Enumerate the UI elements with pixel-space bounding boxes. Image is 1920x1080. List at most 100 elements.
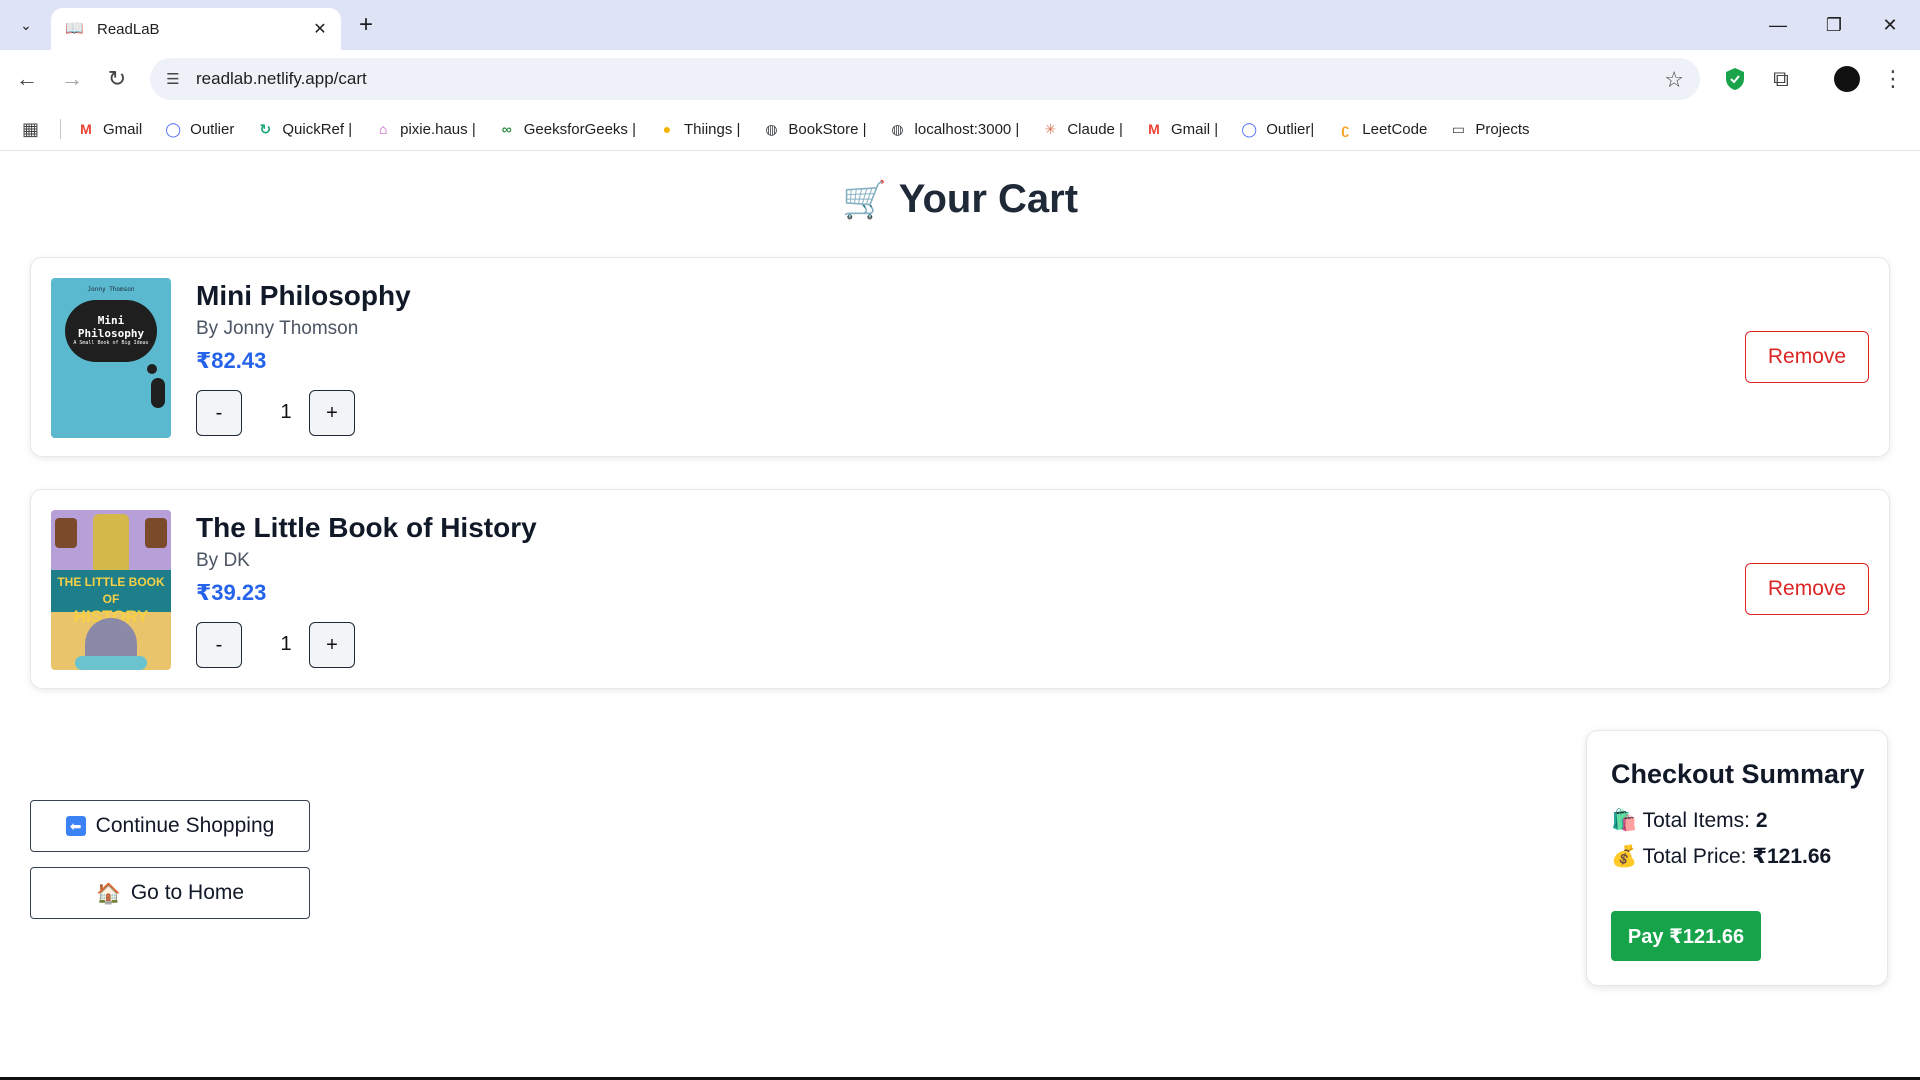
bookmark-label: QuickRef | xyxy=(282,120,353,138)
bookmarks-separator xyxy=(60,119,61,139)
thiings-icon: ● xyxy=(662,121,672,137)
gfg-icon: ∞ xyxy=(501,121,512,137)
summary-title: Checkout Summary xyxy=(1611,759,1865,789)
close-tab-icon[interactable]: ✕ xyxy=(307,16,333,42)
book-favicon-icon: 📖 xyxy=(65,20,84,37)
book-cover-image: THE LITTLE BOOK OF HISTORY xyxy=(51,510,171,670)
claude-icon: ✳ xyxy=(1044,121,1057,137)
gmail-icon: M xyxy=(80,121,92,137)
pixie-icon: ⌂ xyxy=(378,121,388,137)
remove-button[interactable]: Remove xyxy=(1745,331,1869,383)
book-cover-image: Jonny Thomson Mini Philosophy A Small Bo… xyxy=(51,278,171,438)
cart-item: THE LITTLE BOOK OF HISTORY The Little Bo… xyxy=(30,489,1890,689)
total-items-label: Total Items: xyxy=(1642,809,1750,832)
bookmark-label: Outlier| xyxy=(1266,120,1315,138)
browser-toolbar: ← → ↻ ☰ readlab.netlify.app/cart ☆ ⧉ ⋮ xyxy=(0,50,1920,108)
bookmarks-bar: ▦ M Gmail ◯ Outlier ↻ QuickRef | ⌂ pixie.haus |… xyxy=(0,108,1920,151)
outlier-icon: ◯ xyxy=(165,121,181,137)
tab-strip: ⌄ 📖 ReadLaB ✕ + — ❐ ✕ xyxy=(0,0,1920,50)
bookmark-label: Thiings | xyxy=(684,120,741,138)
globe-icon: ◍ xyxy=(765,121,778,137)
cover-title-line2: Philosophy xyxy=(77,327,145,340)
decrease-quantity-button[interactable]: - xyxy=(196,622,242,668)
cover-title-line1: THE LITTLE BOOK OF xyxy=(57,575,165,606)
bookmark-item[interactable]: ▭ Projects xyxy=(1449,120,1530,138)
globe-icon: ◍ xyxy=(891,121,904,137)
site-info-icon[interactable]: ☰ xyxy=(162,70,184,88)
restore-icon[interactable]: ❐ xyxy=(1806,0,1862,50)
address-bar[interactable]: ☰ readlab.netlify.app/cart ☆ xyxy=(150,58,1700,100)
forward-icon[interactable]: → xyxy=(55,62,89,96)
bookmark-item[interactable]: ↻ QuickRef | xyxy=(256,120,352,138)
bookmark-item[interactable]: ◍ localhost:3000 | xyxy=(889,120,1019,138)
remove-button[interactable]: Remove xyxy=(1745,563,1869,615)
item-title[interactable]: Mini Philosophy xyxy=(196,280,411,312)
tab-title: ReadLaB xyxy=(97,20,160,38)
tab-readlab[interactable]: 📖 ReadLaB ✕ xyxy=(51,8,341,50)
bookmark-label: pixie.haus | xyxy=(400,120,476,138)
continue-shopping-button[interactable]: ⬅ Continue Shopping xyxy=(30,800,310,852)
url-text[interactable]: readlab.netlify.app/cart xyxy=(196,69,367,89)
bookmark-item[interactable]: ◯ Outlier xyxy=(164,120,234,138)
minimize-icon[interactable]: — xyxy=(1750,0,1806,50)
apps-grid-icon[interactable]: ▦ xyxy=(22,119,44,140)
quantity-value: 1 xyxy=(280,401,292,423)
pay-button[interactable]: Pay ₹121.66 xyxy=(1611,911,1761,961)
bookmark-label: Outlier xyxy=(190,120,235,138)
bookmark-star-icon[interactable]: ☆ xyxy=(1664,67,1684,93)
cover-subtitle: A Small Book of Big Ideas xyxy=(73,340,149,346)
bookmark-label: BookStore | xyxy=(788,120,867,138)
house-icon: 🏠 xyxy=(95,882,121,905)
shopping-bags-icon: 🛍️ xyxy=(1611,809,1638,832)
total-price-label: Total Price: xyxy=(1642,845,1747,868)
leetcode-icon: ʗ xyxy=(1341,121,1350,137)
checkout-summary: Checkout Summary 🛍️ Total Items: 2 💰 Tot… xyxy=(1586,730,1888,986)
total-items-value: 2 xyxy=(1755,809,1768,832)
profile-avatar[interactable] xyxy=(1830,62,1864,96)
quickref-icon: ↻ xyxy=(259,121,272,137)
go-home-label: Go to Home xyxy=(130,881,245,904)
page-title-text: Your Cart xyxy=(898,177,1079,221)
continue-shopping-label: Continue Shopping xyxy=(95,814,275,837)
extensions-puzzle-icon[interactable]: ⧉ xyxy=(1764,62,1798,96)
quantity-value: 1 xyxy=(280,633,292,655)
bookmark-label: Gmail | xyxy=(1170,120,1219,138)
bookmark-item[interactable]: ● Thiings | xyxy=(658,120,741,138)
bookmark-item[interactable]: ∞ GeeksforGeeks | xyxy=(498,120,636,138)
item-price: ₹39.23 xyxy=(196,580,267,605)
item-author: By DK xyxy=(196,550,250,571)
total-price-row: 💰 Total Price: ₹121.66 xyxy=(1611,844,1831,869)
total-items-row: 🛍️ Total Items: 2 xyxy=(1611,809,1768,833)
tab-search-icon[interactable]: ⌄ xyxy=(10,9,42,41)
decrease-quantity-button[interactable]: - xyxy=(196,390,242,436)
increase-quantity-button[interactable]: + xyxy=(309,622,355,668)
gmail-icon: M xyxy=(1148,121,1160,137)
outlier-icon: ◯ xyxy=(1241,121,1258,137)
bookmark-item[interactable]: M Gmail xyxy=(77,120,142,138)
go-home-button[interactable]: 🏠 Go to Home xyxy=(30,867,310,919)
item-title[interactable]: The Little Book of History xyxy=(196,512,537,544)
back-icon[interactable]: ← xyxy=(10,62,44,96)
shopping-cart-icon: 🛒 xyxy=(841,179,887,220)
shield-extension-icon[interactable] xyxy=(1718,62,1752,96)
reload-icon[interactable]: ↻ xyxy=(100,62,134,96)
close-window-icon[interactable]: ✕ xyxy=(1862,0,1918,50)
folder-icon: ▭ xyxy=(1451,121,1465,137)
menu-kebab-icon[interactable]: ⋮ xyxy=(1876,62,1910,96)
cart-item: Jonny Thomson Mini Philosophy A Small Bo… xyxy=(30,257,1890,457)
back-arrow-icon: ⬅ xyxy=(65,816,86,836)
increase-quantity-button[interactable]: + xyxy=(309,390,355,436)
cart-page: 🛒 Your Cart Jonny Thomson Mini Philosophy… xyxy=(0,151,1920,1080)
bookmark-item[interactable]: M Gmail | xyxy=(1145,120,1218,138)
bookmark-item[interactable]: ◯ Outlier| xyxy=(1240,120,1314,138)
bookmark-label: Projects xyxy=(1475,120,1530,138)
bookmark-label: LeetCode xyxy=(1362,120,1428,138)
bookmark-item[interactable]: ◍ BookStore | xyxy=(762,120,866,138)
new-tab-icon[interactable]: + xyxy=(352,11,380,39)
page-title: 🛒 Your Cart xyxy=(0,177,1920,222)
cover-author-text: Jonny Thomson xyxy=(87,286,135,293)
item-price: ₹82.43 xyxy=(196,348,267,373)
bookmark-item[interactable]: ⌂ pixie.haus | xyxy=(374,120,476,138)
bookmark-item[interactable]: ʗ LeetCode xyxy=(1336,120,1427,138)
bookmark-item[interactable]: ✳ Claude | xyxy=(1041,120,1122,138)
